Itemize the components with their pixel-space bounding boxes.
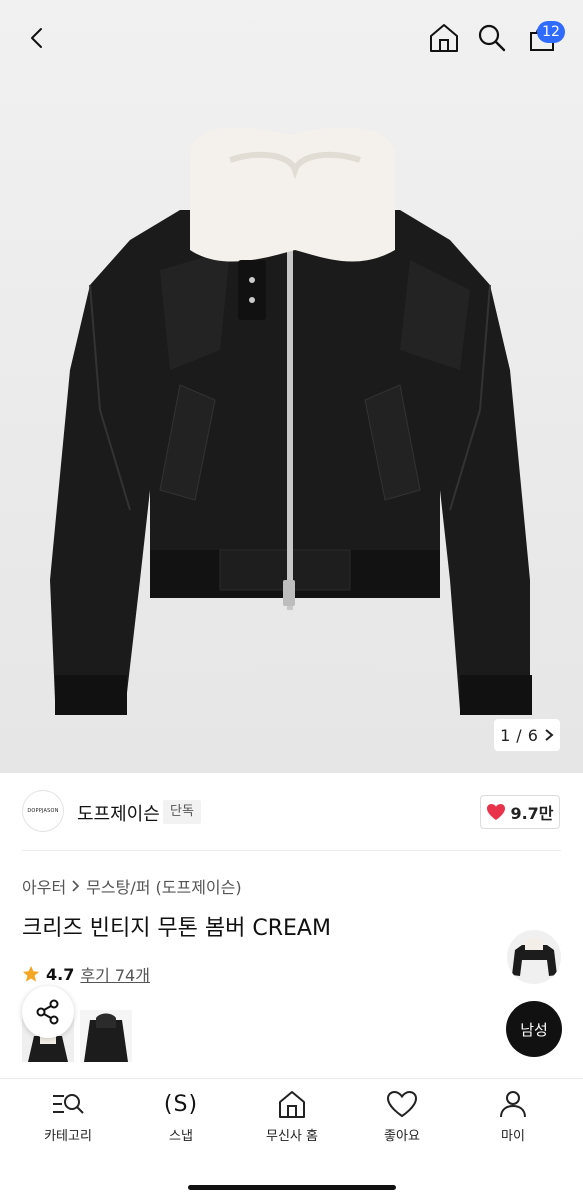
star-icon (22, 965, 40, 982)
home-indicator (188, 1185, 396, 1190)
rating-row[interactable]: 4.7 후기 74개 (22, 962, 150, 986)
exclusive-badge: 단독 (163, 800, 201, 824)
share-button[interactable] (22, 986, 74, 1038)
pager-current: 1 (500, 725, 511, 745)
chevron-right-icon (72, 880, 80, 892)
home-icon (430, 24, 458, 52)
top-bar: 12 (0, 0, 583, 80)
brand-like-button[interactable]: 9.7만 (480, 795, 560, 829)
product-thumbnail-image (512, 937, 557, 976)
divider (22, 850, 561, 851)
nav-likes[interactable]: 좋아요 (357, 1089, 447, 1144)
nav-snap[interactable]: (S) 스냅 (136, 1089, 226, 1145)
bottom-nav: 카테고리 (S) 스냅 무신사 홈 좋아요 마이 (0, 1078, 583, 1200)
heart-icon (386, 1090, 418, 1118)
brand-logo[interactable]: DOPPJASON (22, 790, 64, 832)
home-icon (279, 1091, 305, 1118)
gender-toggle-button[interactable]: 남성 (506, 1001, 562, 1057)
chevron-left-icon (31, 28, 42, 48)
breadcrumb-item[interactable]: 아우터 (22, 874, 66, 898)
cart-count-badge: 12 (537, 21, 565, 43)
brand-logo-text: DOPPJASON (27, 808, 59, 814)
breadcrumb: 아우터 무스탕/퍼 (도프제이슨) (22, 874, 242, 898)
product-title: 크리즈 빈티지 무톤 봄버 CREAM (22, 916, 331, 941)
brand-name[interactable]: 도프제이슨 (77, 800, 160, 826)
pager-total: 6 (527, 725, 538, 745)
brand-row: DOPPJASON 도프제이슨 단독 9.7만 (0, 773, 583, 849)
user-icon (500, 1091, 526, 1118)
nav-label: 무신사 홈 (266, 1129, 318, 1144)
nav-label: 스냅 (169, 1129, 193, 1144)
nav-label: 마이 (501, 1129, 525, 1144)
swatch-image (80, 1010, 132, 1062)
heart-icon (487, 804, 506, 820)
rating-score: 4.7 (46, 964, 75, 984)
search-icon (478, 24, 506, 52)
back-button[interactable] (18, 18, 58, 58)
like-count: 9.7만 (510, 804, 554, 823)
product-photo (50, 127, 532, 715)
breadcrumb-item[interactable]: 무스탕/퍼 (도프제이슨) (86, 874, 241, 898)
snap-icon: (S) (163, 1091, 199, 1117)
nav-label: 카테고리 (44, 1129, 92, 1144)
swatch-black[interactable] (80, 1010, 132, 1062)
chevron-right-icon (545, 729, 554, 741)
share-icon (36, 999, 59, 1025)
category-icon (53, 1094, 84, 1114)
nav-category[interactable]: 카테고리 (23, 1089, 113, 1144)
search-button[interactable] (472, 18, 512, 58)
home-button[interactable] (424, 18, 464, 58)
product-image-gallery[interactable]: 12 1 / 6 (0, 0, 583, 773)
pager-separator: / (516, 725, 522, 745)
product-thumbnail[interactable] (507, 930, 561, 984)
nav-home[interactable]: 무신사 홈 (247, 1089, 337, 1144)
nav-my[interactable]: 마이 (468, 1089, 558, 1144)
gallery-pager[interactable]: 1 / 6 (494, 719, 560, 751)
review-count-link[interactable]: 후기 74개 (80, 962, 150, 986)
nav-label: 좋아요 (384, 1129, 420, 1144)
